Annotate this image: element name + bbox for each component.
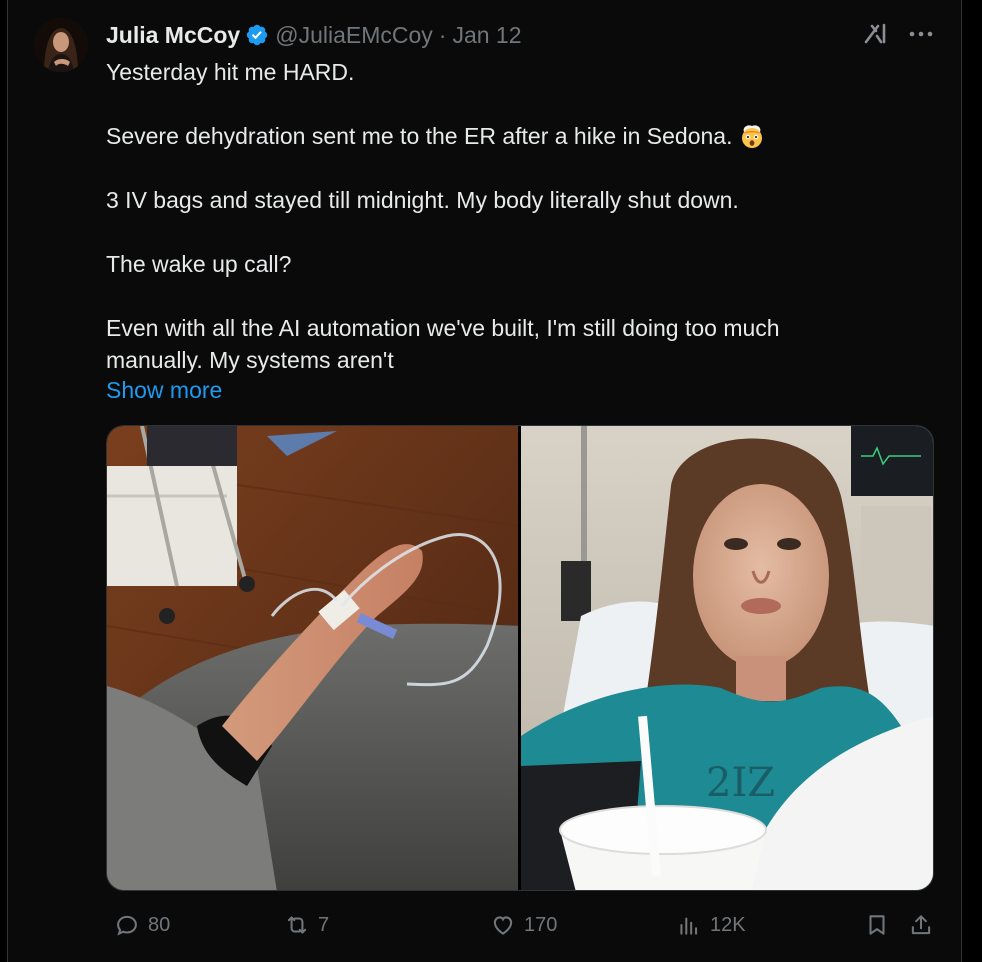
reply-icon: [117, 915, 137, 936]
media-grid: 2IZ: [106, 425, 934, 891]
reply-count: 80: [148, 913, 171, 936]
like-button[interactable]: 170: [490, 912, 557, 938]
author-name[interactable]: Julia McCoy: [106, 22, 240, 49]
tweet-line: [106, 280, 886, 312]
tweet-line: Severe dehydration sent me to the ER aft…: [106, 120, 886, 152]
show-more-link[interactable]: Show more: [106, 374, 222, 406]
analytics-icon: [680, 917, 698, 935]
iv-arm-photo[interactable]: [107, 426, 518, 890]
tweet-line: Even with all the AI automation we've bu…: [106, 315, 780, 341]
repost-button[interactable]: 7: [284, 912, 329, 938]
tweet-line: The wake up call?: [106, 251, 292, 277]
tweet-header: Julia McCoy @JuliaEMcCoy · Jan 12: [106, 20, 522, 50]
more-options-icon[interactable]: [906, 22, 936, 46]
tweet-line: 3 IV bags and stayed till midnight. My b…: [106, 187, 739, 213]
svg-text:2IZ: 2IZ: [706, 760, 775, 806]
hospital-selfie-photo[interactable]: 2IZ: [521, 426, 933, 890]
views-count: 12K: [710, 913, 746, 936]
exploding-head-emoji-icon: [739, 123, 765, 149]
bookmark-button[interactable]: [864, 912, 890, 938]
tweet-line: [106, 152, 886, 184]
heart-icon: [493, 916, 513, 935]
tweet-line: [106, 216, 886, 248]
tweet-date[interactable]: Jan 12: [452, 22, 521, 49]
avatar[interactable]: [34, 18, 88, 72]
bookmark-icon: [869, 915, 885, 935]
reply-button[interactable]: 80: [114, 912, 170, 938]
tweet-text: Yesterday hit me HARD. Severe dehydratio…: [106, 56, 886, 376]
separator-dot: ·: [438, 21, 447, 48]
tweet-line: [106, 88, 886, 120]
author-handle[interactable]: @JuliaEMcCoy: [275, 22, 433, 49]
action-bar: 80 7 170 12K: [106, 912, 936, 944]
views-button[interactable]: 12K: [676, 912, 746, 938]
share-icon: [911, 915, 931, 935]
share-button[interactable]: [908, 912, 934, 938]
repost-count: 7: [318, 913, 330, 936]
grok-icon[interactable]: [862, 20, 890, 48]
verified-badge-icon: [245, 23, 269, 47]
tweet-line: Yesterday hit me HARD.: [106, 59, 355, 85]
repost-icon: [287, 916, 307, 934]
like-count: 170: [524, 913, 558, 936]
tweet-line: manually. My systems aren't: [106, 347, 394, 373]
tweet-card[interactable]: Julia McCoy @JuliaEMcCoy · Jan 12 Yester…: [7, 0, 962, 962]
